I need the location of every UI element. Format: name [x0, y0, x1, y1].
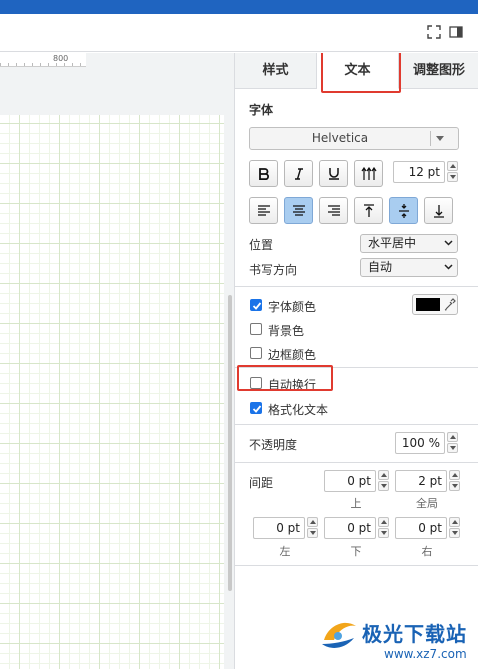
- ruler-label: 800: [52, 54, 70, 63]
- position-value: 水平居中: [368, 236, 417, 250]
- tab-arrange[interactable]: 调整图形: [399, 53, 478, 89]
- border-color-label: 边框颜色: [268, 348, 317, 362]
- tab-text[interactable]: 文本: [317, 53, 399, 89]
- formatted-text-checkbox[interactable]: [250, 402, 262, 414]
- chevron-down-icon: [444, 240, 453, 246]
- align-middle-button[interactable]: [389, 197, 418, 224]
- chevron-down-icon: [444, 264, 453, 270]
- spacing-top-stepper[interactable]: [378, 470, 389, 492]
- spacing-bottom-value: 0 pt: [347, 521, 371, 535]
- opacity-input[interactable]: 100 %: [395, 432, 445, 454]
- background-color-label: 背景色: [268, 324, 305, 338]
- fullscreen-icon[interactable]: [427, 25, 441, 39]
- window-titlebar: [0, 0, 478, 14]
- writing-direction-select[interactable]: 自动: [360, 258, 458, 277]
- position-label: 位置: [249, 238, 274, 252]
- border-color-checkbox[interactable]: [250, 347, 262, 359]
- spacing-right-value: 0 pt: [418, 521, 442, 535]
- watermark: 极光下载站 www.xz7.com: [318, 614, 474, 666]
- formatted-text-label: 格式化文本: [268, 403, 329, 417]
- font-section-label: 字体: [249, 103, 274, 117]
- spacing-label: 间距: [249, 476, 274, 490]
- font-color-swatch[interactable]: [412, 294, 458, 315]
- align-bottom-button[interactable]: [424, 197, 453, 224]
- align-top-button[interactable]: [354, 197, 383, 224]
- vertical-text-icon: [361, 166, 377, 181]
- tab-style[interactable]: 样式: [235, 53, 317, 89]
- spacing-global-input[interactable]: 2 pt: [395, 470, 447, 492]
- underline-icon: [328, 167, 340, 180]
- font-color-checkbox[interactable]: [250, 299, 262, 311]
- background-color-checkbox[interactable]: [250, 323, 262, 335]
- bold-icon: [258, 167, 270, 180]
- watermark-brand: 极光下载站: [362, 622, 467, 646]
- writing-direction-value: 自动: [368, 260, 393, 274]
- bold-button[interactable]: [249, 160, 278, 187]
- italic-button[interactable]: [284, 160, 313, 187]
- align-left-button[interactable]: [249, 197, 278, 224]
- align-right-button[interactable]: [319, 197, 348, 224]
- font-family-select[interactable]: Helvetica: [249, 127, 459, 150]
- horizontal-ruler: 800: [0, 53, 86, 67]
- font-size-input[interactable]: 12 pt: [393, 161, 445, 183]
- top-toolbar: [0, 14, 478, 52]
- spacing-left-input[interactable]: 0 pt: [253, 517, 305, 539]
- spacing-top-input[interactable]: 0 pt: [324, 470, 376, 492]
- panel-toggle-icon[interactable]: [449, 25, 463, 39]
- spacing-left-caption: 左: [279, 545, 291, 558]
- eyedropper-icon: [444, 298, 456, 311]
- format-panel: 样式 文本 调整图形 字体 Helvetica 12 pt 位置 水平居中 书写…: [234, 53, 478, 669]
- align-center-button[interactable]: [284, 197, 313, 224]
- spacing-bottom-caption: 下: [350, 545, 362, 558]
- align-center-icon: [292, 204, 306, 217]
- word-wrap-label: 自动换行: [268, 378, 317, 392]
- color-preview: [416, 298, 440, 311]
- spacing-right-caption: 右: [421, 545, 433, 558]
- spacing-left-value: 0 pt: [276, 521, 300, 535]
- spacing-global-value: 2 pt: [418, 474, 442, 488]
- italic-icon: [293, 167, 305, 180]
- canvas-scrollbar[interactable]: [228, 295, 232, 591]
- font-size-stepper[interactable]: [447, 161, 458, 183]
- spacing-top-caption: 上: [350, 497, 362, 510]
- spacing-global-stepper[interactable]: [449, 470, 460, 492]
- format-tabs: 样式 文本 调整图形: [235, 53, 478, 89]
- diagram-canvas[interactable]: 800: [0, 53, 234, 669]
- font-color-label: 字体颜色: [268, 300, 317, 314]
- spacing-bottom-input[interactable]: 0 pt: [324, 517, 376, 539]
- opacity-value: 100 %: [401, 436, 440, 450]
- align-right-icon: [327, 204, 341, 217]
- spacing-global-caption: 全局: [416, 497, 438, 510]
- spacing-top-value: 0 pt: [347, 474, 371, 488]
- vertical-text-button[interactable]: [354, 160, 383, 187]
- align-middle-icon: [398, 203, 410, 219]
- spacing-left-stepper[interactable]: [307, 517, 318, 539]
- font-size-value: 12 pt: [408, 165, 440, 179]
- brand-logo-icon: [322, 622, 356, 648]
- word-wrap-checkbox[interactable]: [250, 377, 262, 389]
- opacity-stepper[interactable]: [447, 432, 458, 454]
- spacing-bottom-stepper[interactable]: [378, 517, 389, 539]
- underline-button[interactable]: [319, 160, 348, 187]
- align-left-icon: [257, 204, 271, 217]
- grid-page[interactable]: [0, 115, 224, 669]
- chevron-down-icon: [436, 136, 444, 141]
- align-top-icon: [363, 203, 375, 218]
- writing-direction-label: 书写方向: [249, 263, 298, 277]
- opacity-label: 不透明度: [249, 438, 298, 452]
- align-bottom-icon: [433, 204, 445, 218]
- spacing-right-stepper[interactable]: [449, 517, 460, 539]
- spacing-right-input[interactable]: 0 pt: [395, 517, 447, 539]
- watermark-url: www.xz7.com: [384, 647, 467, 661]
- font-family-value: Helvetica: [311, 131, 369, 145]
- position-select[interactable]: 水平居中: [360, 234, 458, 253]
